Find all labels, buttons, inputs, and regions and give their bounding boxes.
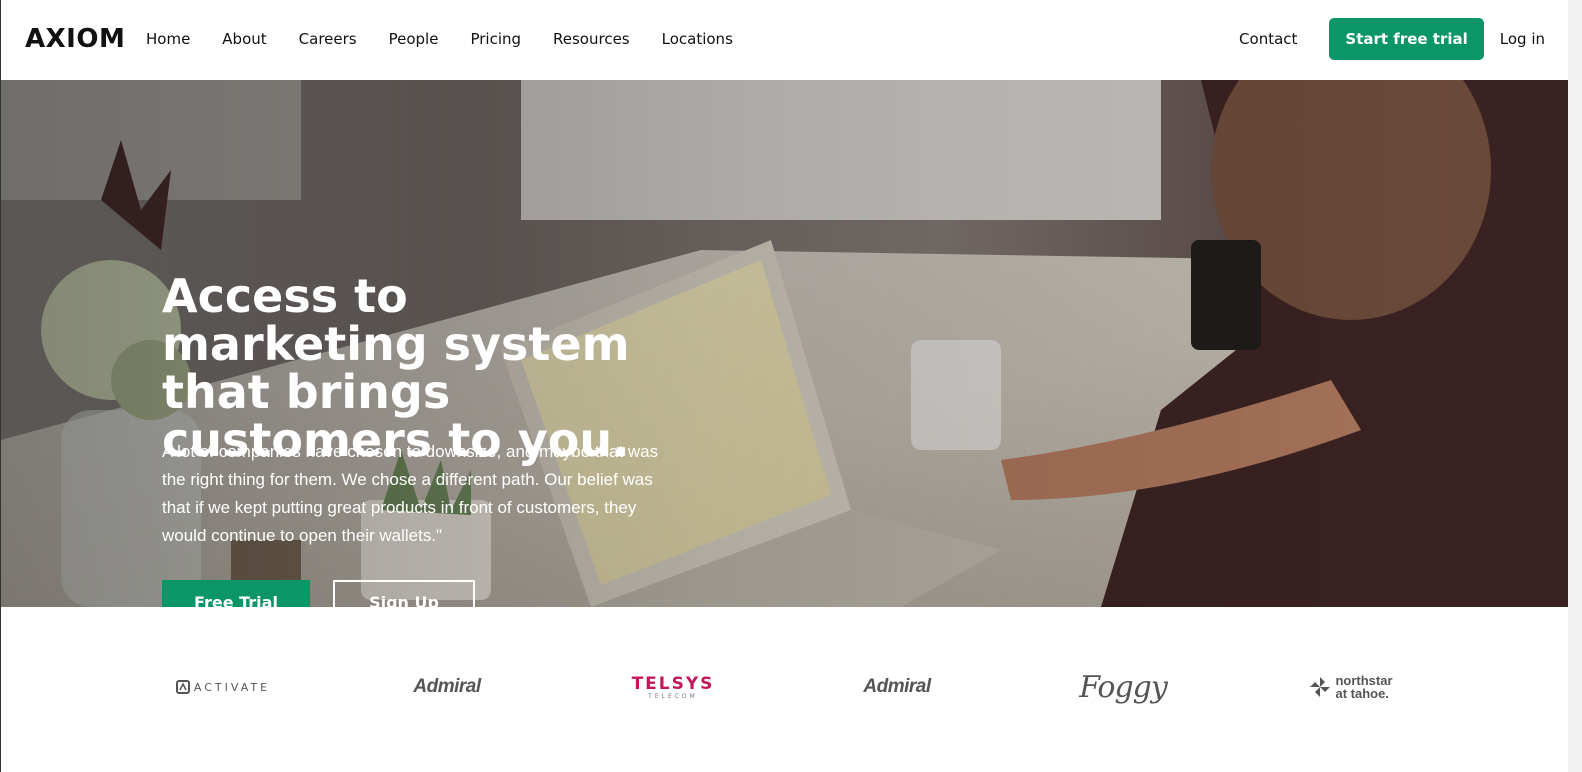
site-logo[interactable]: AXIOM [25,24,125,54]
nav-link-people[interactable]: People [389,30,439,48]
nav-link-contact[interactable]: Contact [1239,30,1297,48]
sign-up-button[interactable]: Sign Up [333,580,475,607]
client-logos-strip: ACTIVATE Admiral TELSYS TELECOM Admiral … [1,607,1568,772]
telsys-logo-subtext: TELECOM [648,692,698,700]
hero-section: Access to marketing system that brings c… [1,80,1568,607]
activate-logo-text: ACTIVATE [193,680,271,694]
free-trial-button[interactable]: Free Trial [162,580,310,607]
activate-mark-icon [175,680,190,694]
page: AXIOM Home About Careers People Pricing … [0,0,1569,772]
nav-link-careers[interactable]: Careers [299,30,357,48]
admiral-logo: Admiral [863,676,931,697]
log-in-link[interactable]: Log in [1500,30,1545,48]
top-navigation: AXIOM Home About Careers People Pricing … [1,0,1569,80]
admiral-logo: Admiral [413,676,481,697]
main-menu: Home About Careers People Pricing Resour… [146,30,765,48]
northstar-logo: northstar at tahoe. [1301,667,1401,707]
hero-headline: Access to marketing system that brings c… [162,269,630,467]
telsys-logo: TELSYS TELECOM [625,667,721,707]
nav-link-locations[interactable]: Locations [662,30,733,48]
nav-link-home[interactable]: Home [146,30,190,48]
nav-link-pricing[interactable]: Pricing [470,30,521,48]
nav-link-resources[interactable]: Resources [553,30,630,48]
telsys-logo-text: TELSYS [631,673,715,694]
northstar-pinwheel-icon [1310,677,1331,697]
page-scrollbar[interactable] [1568,0,1582,772]
hero-description: A lot of companies have chosen to downsi… [162,442,659,545]
activate-logo: ACTIVATE [173,667,273,707]
nav-actions: Contact Start free trial Log in [1239,18,1545,60]
foggy-logo: Foggy [1079,669,1168,705]
northstar-logo-line-2: at tahoe. [1335,686,1389,701]
start-free-trial-button[interactable]: Start free trial [1329,18,1484,60]
northstar-logo-text: northstar at tahoe. [1335,674,1392,700]
nav-link-about[interactable]: About [222,30,266,48]
